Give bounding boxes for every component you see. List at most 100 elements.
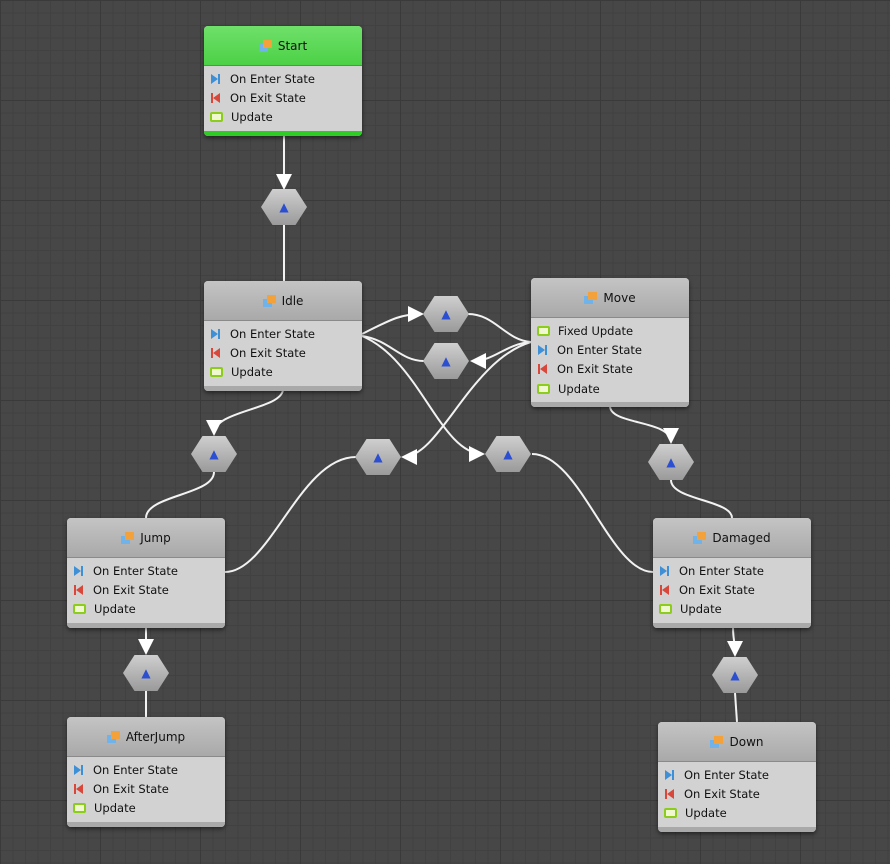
behaviour-label: On Exit State	[684, 786, 760, 801]
behaviour-label: On Exit State	[93, 781, 169, 796]
state-node-move[interactable]: Move Fixed Update On Enter State On Exit St…	[531, 278, 689, 408]
state-node-jump[interactable]: Jump On Enter State On Exit State Update	[67, 518, 225, 628]
behaviour-row[interactable]: On Enter State	[204, 69, 362, 88]
state-node-damaged[interactable]: Damaged On Enter State On Exit State Update	[653, 518, 811, 628]
exit-icon	[73, 584, 85, 596]
transition-icon: ▲	[373, 450, 383, 464]
behaviour-row[interactable]: Update	[204, 108, 362, 127]
state-title: Damaged	[712, 530, 771, 545]
update-icon	[659, 604, 672, 615]
behaviour-row[interactable]: On Exit State	[531, 360, 689, 379]
behaviour-row[interactable]: Update	[204, 363, 362, 382]
behaviour-label: On Exit State	[230, 345, 306, 360]
behaviour-label: On Enter State	[230, 71, 315, 86]
behaviour-row[interactable]: Update	[67, 600, 225, 619]
enter-icon	[73, 565, 85, 577]
update-icon	[664, 808, 677, 819]
enter-icon	[664, 769, 676, 781]
behaviour-label: Fixed Update	[558, 323, 634, 338]
behaviour-row[interactable]: On Exit State	[658, 784, 816, 803]
transition-icon: ▲	[666, 455, 676, 469]
behaviour-label: On Enter State	[684, 767, 769, 782]
state-title: Down	[729, 734, 764, 749]
behaviour-label: Update	[685, 806, 727, 821]
behaviour-row[interactable]: On Enter State	[67, 561, 225, 580]
state-cube-icon	[584, 291, 598, 304]
behaviour-row[interactable]: On Enter State	[204, 324, 362, 343]
behaviour-label: Update	[680, 602, 722, 617]
behaviour-row[interactable]: On Exit State	[204, 343, 362, 362]
behaviour-row[interactable]: On Enter State	[658, 765, 816, 784]
behaviour-row[interactable]: Update	[658, 804, 816, 823]
transition-icon: ▲	[441, 307, 451, 321]
update-icon	[73, 604, 86, 615]
state-header[interactable]: Damaged	[653, 518, 811, 558]
behaviour-label: On Enter State	[679, 563, 764, 578]
state-title: Jump	[140, 530, 171, 545]
behaviour-row[interactable]: On Exit State	[67, 779, 225, 798]
state-header[interactable]: Move	[531, 278, 689, 318]
behaviour-row[interactable]: On Exit State	[653, 580, 811, 599]
behaviour-row[interactable]: On Exit State	[67, 580, 225, 599]
state-title: Start	[277, 38, 308, 53]
behaviour-label: Update	[231, 110, 273, 125]
state-title: Idle	[281, 293, 304, 308]
update-icon	[210, 367, 223, 378]
transition-icon: ▲	[279, 200, 289, 214]
behaviour-row[interactable]: Update	[531, 379, 689, 398]
behaviour-row[interactable]: Update	[653, 600, 811, 619]
transition-icon: ▲	[141, 666, 151, 680]
state-node-idle[interactable]: Idle On Enter State On Exit State Update	[204, 281, 362, 391]
state-header[interactable]: Jump	[67, 518, 225, 558]
state-cube-icon	[693, 531, 707, 544]
update-icon	[537, 325, 550, 336]
behaviour-label: On Enter State	[557, 342, 642, 357]
state-header[interactable]: AfterJump	[67, 717, 225, 757]
enter-icon	[73, 764, 85, 776]
behaviour-label: On Enter State	[230, 326, 315, 341]
behaviour-row[interactable]: On Exit State	[204, 88, 362, 107]
transition-icon: ▲	[730, 668, 740, 682]
state-header[interactable]: Down	[658, 722, 816, 762]
state-footer	[658, 826, 816, 832]
behaviour-row[interactable]: On Enter State	[67, 760, 225, 779]
exit-icon	[659, 584, 671, 596]
exit-icon	[537, 363, 549, 375]
behaviour-label: Update	[94, 801, 136, 816]
exit-icon	[664, 788, 676, 800]
state-footer	[653, 622, 811, 628]
behaviour-row[interactable]: On Enter State	[531, 340, 689, 359]
behaviour-label: On Exit State	[557, 362, 633, 377]
update-icon	[537, 383, 550, 394]
update-icon	[73, 803, 86, 814]
transition-icon: ▲	[503, 447, 513, 461]
behaviour-row[interactable]: On Enter State	[653, 561, 811, 580]
behaviour-label: Update	[558, 381, 600, 396]
behaviour-label: On Exit State	[679, 582, 755, 597]
state-header[interactable]: Idle	[204, 281, 362, 321]
state-header[interactable]: Start	[204, 26, 362, 66]
state-node-down[interactable]: Down On Enter State On Exit State Update	[658, 722, 816, 832]
state-cube-icon	[258, 39, 273, 52]
state-title: Move	[603, 290, 636, 305]
exit-icon	[210, 92, 222, 104]
state-footer	[204, 385, 362, 391]
state-cube-icon	[710, 735, 724, 748]
update-icon	[210, 112, 223, 123]
behaviour-label: On Enter State	[93, 762, 178, 777]
exit-icon	[210, 347, 222, 359]
behaviour-row[interactable]: Fixed Update	[531, 321, 689, 340]
behaviour-row[interactable]: Update	[67, 799, 225, 818]
exit-icon	[73, 783, 85, 795]
enter-icon	[210, 328, 222, 340]
state-cube-icon	[262, 294, 277, 307]
state-footer	[67, 622, 225, 628]
enter-icon	[659, 565, 671, 577]
state-node-start[interactable]: Start On Enter State On Exit State Update	[204, 26, 362, 136]
enter-icon	[537, 344, 549, 356]
transition-icon: ▲	[441, 354, 451, 368]
behaviour-label: On Enter State	[93, 563, 178, 578]
state-footer	[531, 402, 689, 408]
state-node-afterjump[interactable]: AfterJump On Enter State On Exit State Upda…	[67, 717, 225, 827]
behaviour-label: On Exit State	[93, 582, 169, 597]
